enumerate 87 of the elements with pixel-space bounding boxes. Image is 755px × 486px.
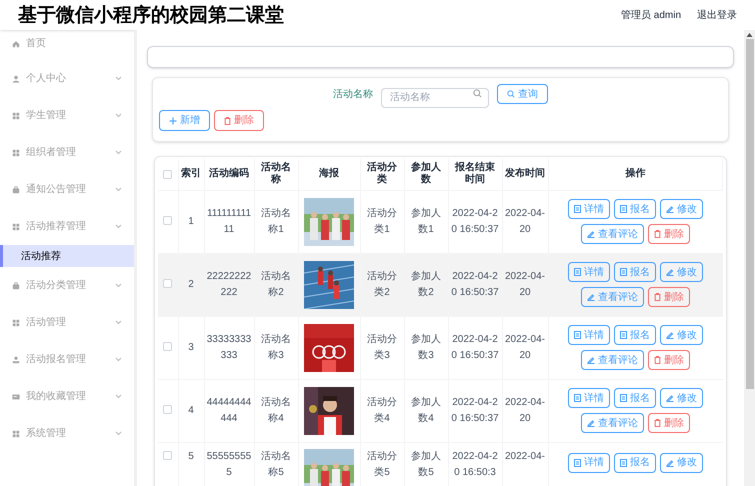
table-cell: 活动分类1 [367,208,397,234]
edit-button[interactable]: 查看评论 [581,287,644,307]
table-cell: 参加人数1 [411,208,441,234]
logout-link[interactable]: 退出登录 [697,8,737,22]
menu-item[interactable]: 我的收藏管理 [0,378,134,415]
column-header: 参加人数 [411,162,441,186]
menu-item[interactable]: 系统管理 [0,415,134,452]
menu-item[interactable]: 活动报名管理 [0,341,134,378]
detail-button[interactable]: 详情 [568,199,610,219]
table-cell: 活动名称2 [261,270,291,298]
column-header: 发布时间 [505,168,545,180]
edit-button[interactable]: 修改 [660,452,703,472]
detail-button[interactable]: 详情 [568,262,610,282]
submenu-item[interactable]: 活动推荐 [0,245,134,267]
table-cell: 活动分类5 [367,450,397,478]
column-header: 报名结束时间 [455,162,495,186]
detail-button[interactable]: 报名 [614,262,656,282]
menu-item[interactable]: 组织者管理 [0,134,134,171]
delete-button[interactable]: 删除 [648,413,690,433]
table-cell: 44444444444 [206,396,252,424]
table-cell: 参加人数4 [411,396,441,424]
menu-item[interactable]: 学生管理 [0,97,134,134]
edit-button[interactable]: 查看评论 [581,350,644,370]
table-cell: 2022-04-20 16:50:37 [451,334,499,360]
table-cell: 2022-04-20 16:50:3 [452,450,498,478]
edit-button[interactable]: 查看评论 [581,413,644,433]
search-label: 活动名称 [333,88,373,102]
menu-item[interactable]: 个人中心 [0,60,134,97]
table-cell: 活动分类4 [367,396,397,424]
table-cell: 33333333333 [206,334,252,360]
column-header: 活动分类 [367,162,397,186]
table-cell: 22222222222 [206,270,252,298]
menu-item[interactable]: 通知公告管理 [0,171,134,208]
detail-button[interactable]: 详情 [568,388,610,408]
detail-button[interactable]: 详情 [568,325,610,345]
table-cell: 2 [188,278,194,290]
column-header: 活动名称 [261,162,291,186]
search-field[interactable]: 活动名称 [381,88,489,108]
table-cell: 2022-04-20 [504,334,546,360]
app-title: 基于微信小程序的校园第二课堂 [18,2,284,28]
table-cell: 活动名称3 [261,334,291,360]
column-header: 活动编码 [209,168,249,180]
edit-button[interactable]: 修改 [660,325,703,345]
menu-item[interactable]: 活动管理 [0,304,134,341]
menu-item[interactable]: 活动分类管理 [0,267,134,304]
table-cell: 活动名称5 [261,450,291,478]
detail-button[interactable]: 报名 [614,199,656,219]
table-cell: 活动名称4 [261,396,291,424]
column-header: 索引 [181,168,201,180]
detail-button[interactable]: 详情 [568,452,610,472]
delete-button[interactable]: 删除 [648,350,690,370]
detail-button[interactable]: 报名 [614,325,656,345]
column-header: 操作 [625,168,646,180]
edit-button[interactable]: 修改 [660,388,703,408]
detail-button[interactable]: 报名 [614,388,656,408]
table-cell: 参加人数2 [411,270,441,298]
detail-button[interactable]: 报名 [614,452,656,472]
table-cell: 参加人数3 [411,334,441,360]
user-label: 管理员 admin [620,8,681,22]
table-cell: 11111111111 [206,208,252,234]
table-cell: 2022-04-20 16:50:37 [451,270,499,298]
edit-button[interactable]: 修改 [660,262,703,282]
table-cell: 2022-04-20 [504,270,546,298]
column-header: 海报 [319,168,339,180]
table-cell: 2022-04-20 [504,396,546,424]
table-cell: 参加人数5 [411,450,441,478]
table-cell: 活动分类3 [367,334,397,360]
delete-button[interactable]: 删除 [648,287,690,307]
table-cell: 1 [188,216,194,226]
add-button[interactable]: 新增 [159,110,210,131]
table-cell: 活动分类2 [367,270,397,298]
table-cell: 555555555 [206,450,252,478]
search-button[interactable]: 查询 [497,84,548,104]
table-cell: 活动名称1 [261,208,291,234]
table-cell: 3 [188,342,194,352]
table-cell: 5 [188,450,194,462]
edit-button[interactable]: 修改 [660,199,703,219]
delete-button[interactable]: 删除 [648,224,690,244]
table-cell: 2022-04-20 16:50:37 [451,396,499,424]
table-cell: 4 [188,404,194,416]
menu-item[interactable]: 活动推荐管理 [0,208,134,245]
delete-button[interactable]: 删除 [214,110,264,131]
edit-button[interactable]: 查看评论 [581,224,644,244]
menu-item[interactable]: 首页 [0,34,134,54]
table-cell: 2022-04- [504,450,546,462]
table-cell: 2022-04-20 16:50:37 [451,208,499,234]
table-cell: 2022-04-20 [504,208,546,234]
